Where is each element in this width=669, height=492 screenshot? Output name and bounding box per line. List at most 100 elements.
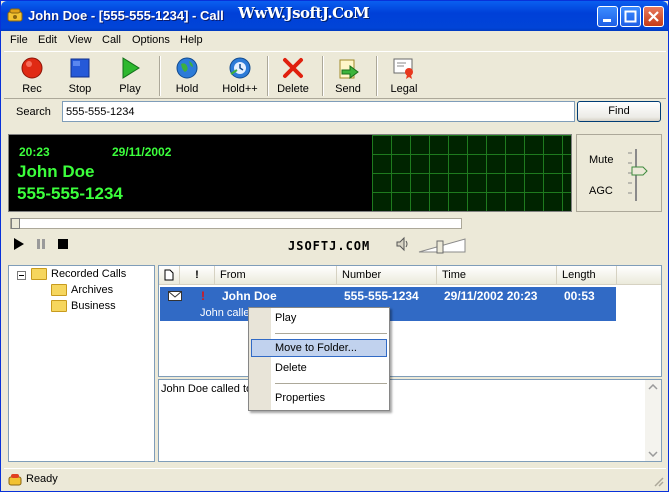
menu-options[interactable]: Options <box>132 34 170 46</box>
resize-grip-icon[interactable] <box>652 475 664 487</box>
play-icon[interactable] <box>12 237 26 251</box>
watermark-text: WwW.JsoftJ.CoM <box>238 4 370 22</box>
tree-item-archives[interactable]: Archives <box>51 284 114 297</box>
call-date: 29/11/2002 <box>112 145 172 159</box>
row-number: 555-555-1234 <box>344 289 419 303</box>
menu-view[interactable]: View <box>68 34 92 46</box>
status-text: Ready <box>26 473 58 485</box>
menu-help[interactable]: Help <box>180 34 203 46</box>
mixer-panel: Mute AGC <box>576 134 662 212</box>
stop-icon[interactable] <box>56 237 70 251</box>
search-bar: Search Find <box>4 99 666 127</box>
site-label: JSOFTJ.COM <box>288 239 371 253</box>
context-delete[interactable]: Delete <box>275 359 387 377</box>
menu-edit[interactable]: Edit <box>38 34 57 46</box>
status-bar: Ready <box>4 468 666 489</box>
application-window: John Doe - [555-555-1234] - Call WwW.Jso… <box>0 0 669 492</box>
speaker-icon[interactable] <box>395 236 411 252</box>
context-move-to-folder[interactable]: Move to Folder... <box>275 339 387 357</box>
menu-separator <box>275 383 387 384</box>
minimize-icon <box>603 19 611 22</box>
column-number[interactable]: Number <box>337 266 437 285</box>
envelope-icon <box>168 291 182 301</box>
scroll-up-icon[interactable] <box>648 384 658 390</box>
rec-label: Rec <box>22 83 42 95</box>
scroll-down-icon[interactable] <box>648 451 658 457</box>
tree-label: Recorded Calls <box>51 268 127 280</box>
close-icon <box>648 11 659 22</box>
minimize-button[interactable] <box>597 6 618 27</box>
menu-icon-strip <box>249 308 271 410</box>
column-type[interactable] <box>159 266 180 285</box>
play-icon <box>118 56 142 80</box>
row-from: John Doe <box>222 289 277 303</box>
note-preview[interactable]: John Doe called to rem <box>158 379 662 462</box>
phone-status-icon <box>8 474 22 486</box>
folder-icon <box>51 300 67 313</box>
gain-slider[interactable] <box>623 147 657 203</box>
mute-label[interactable]: Mute <box>589 154 613 166</box>
row-length: 00:53 <box>564 289 595 303</box>
tree-item-business[interactable]: Business <box>51 300 116 313</box>
audio-level-grid <box>372 135 571 211</box>
toolbar: Rec Stop Play Hold Hold++ Delete Send Le… <box>4 51 666 99</box>
play-label: Play <box>119 83 141 95</box>
progress-thumb[interactable] <box>11 218 20 229</box>
find-button[interactable]: Find <box>577 101 661 122</box>
tree-label: Archives <box>71 284 114 296</box>
row-time: 29/11/2002 20:23 <box>444 289 538 303</box>
column-time[interactable]: Time <box>437 266 557 285</box>
collapse-icon[interactable] <box>17 271 26 280</box>
menu-file[interactable]: File <box>10 34 28 46</box>
tree-item-recorded-calls[interactable]: Recorded Calls <box>31 268 127 281</box>
phone-app-icon <box>7 8 23 22</box>
column-from[interactable]: From <box>215 266 337 285</box>
search-label: Search <box>16 106 51 118</box>
maximize-button[interactable] <box>620 6 641 27</box>
close-button[interactable] <box>643 6 664 27</box>
priority-icon: ! <box>201 289 205 303</box>
send-button[interactable]: Send <box>322 54 374 98</box>
hold-plus-label: Hold++ <box>222 83 258 95</box>
title-bar[interactable]: John Doe - [555-555-1234] - Call WwW.Jso… <box>1 1 668 31</box>
caller-number: 555-555-1234 <box>17 184 123 203</box>
hold-globe-icon <box>175 56 199 80</box>
menu-bar: File Edit View Call Options Help <box>4 32 666 50</box>
legal-label: Legal <box>390 83 418 95</box>
stop-button[interactable]: Stop <box>54 54 106 98</box>
page-icon <box>164 269 174 281</box>
column-priority[interactable]: ! <box>180 266 215 285</box>
menu-separator <box>275 333 387 334</box>
playback-progress[interactable] <box>10 218 462 229</box>
legal-certificate-icon <box>392 56 416 80</box>
volume-slider[interactable] <box>417 235 467 255</box>
play-button[interactable]: Play <box>104 54 156 98</box>
agc-label[interactable]: AGC <box>589 185 613 197</box>
rec-button[interactable]: Rec <box>6 54 58 98</box>
send-icon <box>336 56 360 80</box>
context-play[interactable]: Play <box>275 309 387 327</box>
hold-plus-button[interactable]: Hold++ <box>214 54 266 98</box>
vertical-scrollbar[interactable] <box>645 380 661 461</box>
hold-label: Hold <box>175 83 199 95</box>
menu-call[interactable]: Call <box>102 34 121 46</box>
record-icon <box>20 56 44 80</box>
folder-tree: Recorded Calls Archives Business <box>8 265 155 462</box>
window-title: John Doe - [555-555-1234] - Call <box>28 8 224 23</box>
call-display: 20:23 29/11/2002 John Doe 555-555-1234 <box>8 134 572 212</box>
column-length[interactable]: Length <box>557 266 617 285</box>
search-input[interactable] <box>62 101 575 122</box>
legal-button[interactable]: Legal <box>378 54 430 98</box>
hold-button[interactable]: Hold <box>161 54 213 98</box>
maximize-icon <box>624 10 637 23</box>
context-properties[interactable]: Properties <box>275 389 387 407</box>
pause-icon[interactable] <box>34 237 48 251</box>
stop-icon <box>68 56 92 80</box>
delete-button[interactable]: Delete <box>267 54 319 98</box>
send-label: Send <box>335 83 361 95</box>
call-time: 20:23 <box>19 145 50 159</box>
tree-label: Business <box>71 300 116 312</box>
folder-icon <box>31 268 47 281</box>
folder-icon <box>51 284 67 297</box>
list-header: ! From Number Time Length <box>159 266 661 285</box>
